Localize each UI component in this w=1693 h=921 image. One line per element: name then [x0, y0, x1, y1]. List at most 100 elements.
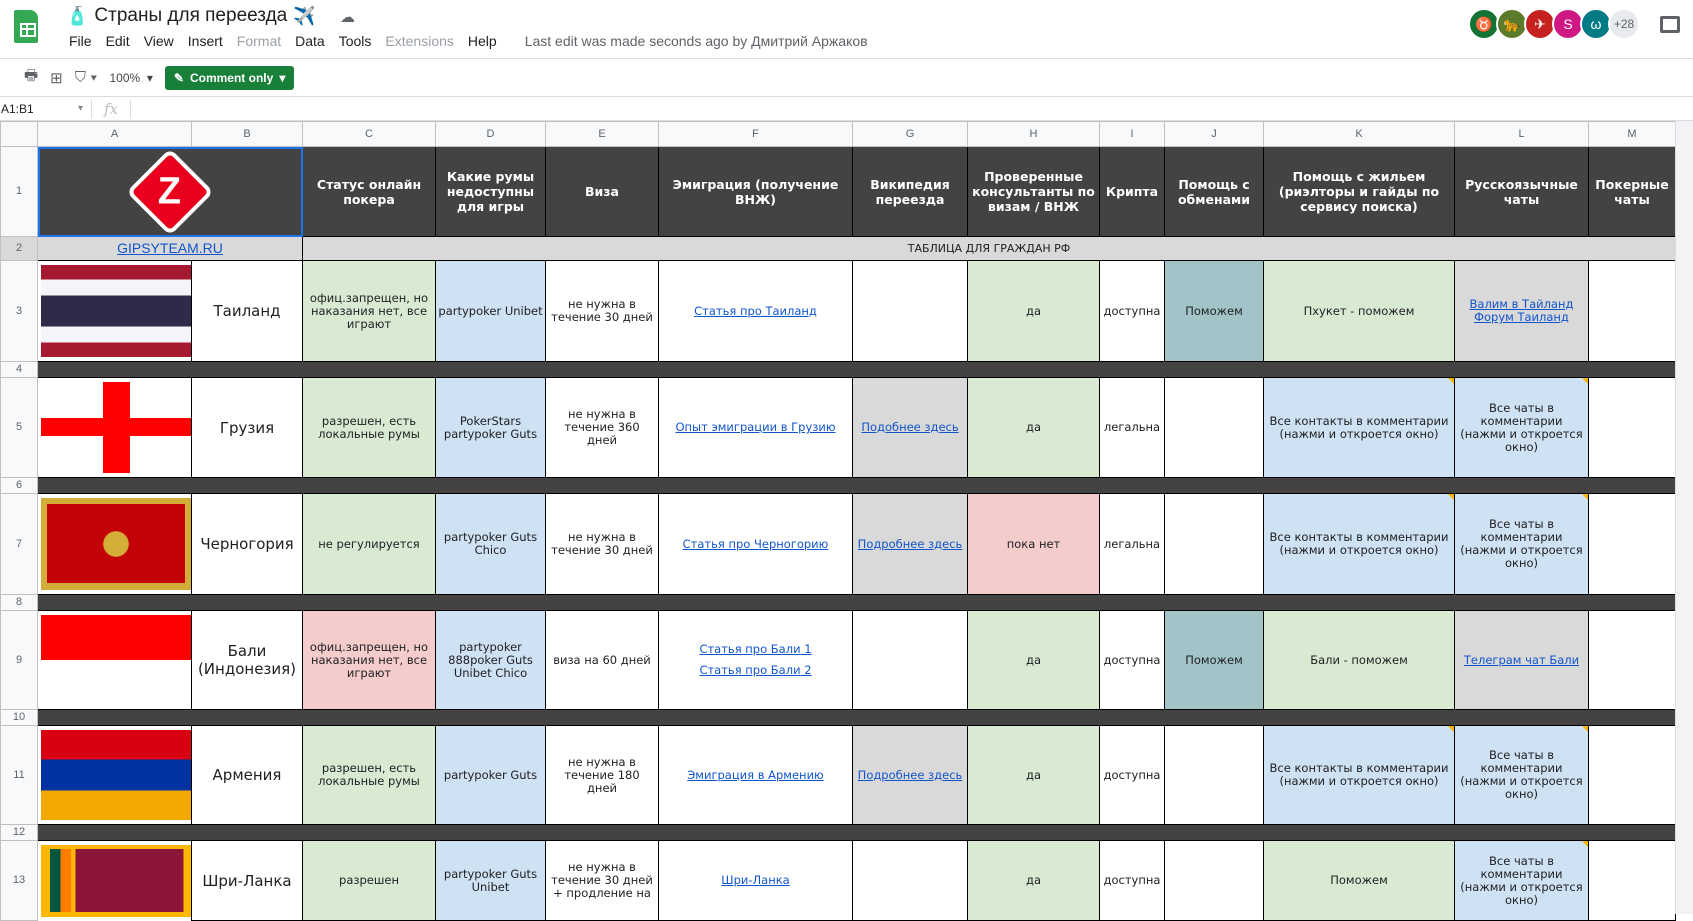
data-cell[interactable]: офиц.запрещен, но наказания нет, все игр… [302, 260, 436, 362]
data-cell[interactable]: доступна [1099, 840, 1165, 921]
spreadsheet-grid[interactable]: A B C D E F G H I J K L M 1 Z Статус онлайн покера Какие… [0, 121, 1676, 921]
data-cell[interactable]: Все чаты в комментарии (нажми и откроетс… [1454, 493, 1589, 595]
data-cell[interactable]: да [967, 610, 1100, 710]
data-cell[interactable] [1164, 725, 1264, 825]
data-cell[interactable]: да [967, 260, 1100, 362]
data-cell[interactable]: Статья про Черногорию [658, 493, 853, 595]
country-name[interactable]: Таиланд [191, 260, 303, 362]
menu-view[interactable]: View [137, 33, 181, 49]
data-cell[interactable]: partypoker 888poker Guts Unibet Chico [435, 610, 546, 710]
data-cell[interactable]: Все контакты в комментарии (нажми и откр… [1263, 725, 1455, 825]
cell-link[interactable]: Телеграм чат Бали [1457, 653, 1586, 667]
cell-link[interactable]: Статья про Бали 1 [661, 643, 850, 656]
data-cell[interactable]: да [967, 377, 1100, 478]
data-cell[interactable]: разрешен, есть локальные румы [302, 725, 436, 825]
cell-link[interactable]: Подобнее здесь [855, 421, 965, 434]
cell-link[interactable]: Опыт эмиграции в Грузию [661, 421, 850, 434]
data-cell[interactable]: Все чаты в комментарии (нажми и откроетс… [1454, 377, 1589, 478]
cell-link[interactable]: Статья про Бали 2 [661, 664, 850, 677]
document-title[interactable]: 🧴 Страны для переезда ✈️ [66, 5, 316, 27]
row-header[interactable]: 2 [0, 236, 38, 261]
data-cell[interactable]: Бали - поможем [1263, 610, 1455, 710]
zoom-select[interactable]: 100% ▾ [110, 71, 153, 85]
vertical-scrollbar[interactable] [1675, 121, 1693, 914]
data-cell[interactable]: partypoker Guts [435, 725, 546, 825]
more-collaborators-badge[interactable]: +28 [1608, 8, 1640, 40]
row-header[interactable]: 11 [0, 725, 38, 825]
row-header[interactable]: 6 [0, 477, 38, 494]
data-cell[interactable] [852, 260, 968, 362]
country-name[interactable]: Грузия [191, 377, 303, 478]
flag-cell[interactable] [38, 726, 192, 825]
data-cell[interactable]: не нужна в течение 30 дней [545, 260, 659, 362]
data-cell[interactable]: не нужна в течение 30 дней [545, 493, 659, 595]
print-icon[interactable]: 🖶 [24, 65, 38, 90]
filter-icon[interactable]: ⛉ ▾ [75, 69, 98, 86]
cell-link[interactable]: Подробнее здесь [855, 768, 965, 782]
menu-format[interactable]: Format [230, 33, 288, 49]
flag-cell[interactable] [38, 261, 192, 362]
row-header[interactable]: 1 [0, 146, 38, 237]
menu-file[interactable]: File [62, 33, 99, 49]
data-cell[interactable]: Подобнее здесь [852, 377, 968, 478]
data-cell[interactable]: не регулируется [302, 493, 436, 595]
column-header-j[interactable]: J [1164, 121, 1264, 147]
column-header-k[interactable]: K [1263, 121, 1455, 147]
data-cell[interactable]: Все контакты в комментарии (нажми и откр… [1263, 377, 1455, 478]
column-title[interactable]: Проверенные консультанты по визам / ВНЖ [967, 146, 1100, 237]
column-header-i[interactable]: I [1099, 121, 1165, 147]
data-cell[interactable]: partypoker Guts Unibet [435, 840, 546, 921]
data-cell[interactable] [1588, 260, 1676, 362]
menu-data[interactable]: Data [288, 33, 332, 49]
data-cell[interactable]: доступна [1099, 610, 1165, 710]
data-cell[interactable]: Валим в Тайланд Форум Таиланд [1454, 260, 1589, 362]
data-cell[interactable]: Статья про Таиланд [658, 260, 853, 362]
cell-link[interactable]: Форум Таиланд [1457, 311, 1586, 324]
cloud-status-icon[interactable]: ☁ [340, 8, 355, 26]
data-cell[interactable]: разрешен, есть локальные румы [302, 377, 436, 478]
data-cell[interactable] [1164, 493, 1264, 595]
data-cell[interactable]: легальна [1099, 493, 1165, 595]
menu-edit[interactable]: Edit [99, 33, 137, 49]
column-header-b[interactable]: B [191, 121, 303, 147]
data-cell[interactable] [1164, 377, 1264, 478]
menu-insert[interactable]: Insert [181, 33, 230, 49]
column-title[interactable]: Помощь с жильем (риэлторы и гайды по сер… [1263, 146, 1455, 237]
data-cell[interactable]: Поможем [1263, 840, 1455, 921]
sheets-logo-icon[interactable] [14, 10, 38, 43]
data-cell[interactable]: не нужна в течение 360 дней [545, 377, 659, 478]
data-cell[interactable]: Все чаты в комментарии (нажми и откроетс… [1454, 725, 1589, 825]
cell-link[interactable]: Подробнее здесь [855, 537, 965, 551]
data-cell[interactable] [1588, 725, 1676, 825]
data-cell[interactable]: да [967, 840, 1100, 921]
country-name[interactable]: Армения [191, 725, 303, 825]
data-cell[interactable]: не нужна в течение 30 дней + продление н… [545, 840, 659, 921]
data-cell[interactable]: доступна [1099, 725, 1165, 825]
data-cell[interactable] [1588, 840, 1676, 921]
column-header-h[interactable]: H [967, 121, 1100, 147]
column-header-a[interactable]: A [37, 121, 192, 147]
data-cell[interactable]: partypoker Unibet [435, 260, 546, 362]
data-cell[interactable]: виза на 60 дней [545, 610, 659, 710]
data-cell[interactable]: Опыт эмиграции в Грузию [658, 377, 853, 478]
data-cell[interactable]: разрешен [302, 840, 436, 921]
data-cell[interactable]: Все чаты в комментарии (нажми и откроетс… [1454, 840, 1589, 921]
site-link[interactable]: GIPSYTEAM.RU [117, 240, 223, 256]
data-cell[interactable]: Статья про Бали 1 Статья про Бали 2 [658, 610, 853, 710]
data-cell[interactable]: PokerStars partypoker Guts [435, 377, 546, 478]
data-cell[interactable]: Подробнее здесь [852, 725, 968, 825]
column-header-f[interactable]: F [658, 121, 853, 147]
row-header[interactable]: 9 [0, 610, 38, 710]
comments-icon[interactable] [1660, 16, 1680, 33]
menu-help[interactable]: Help [461, 33, 504, 49]
column-header-m[interactable]: M [1588, 121, 1676, 147]
column-title[interactable]: Виза [545, 146, 659, 237]
column-title[interactable]: Статус онлайн покера [302, 146, 436, 237]
column-title[interactable]: Какие румы недоступны для игры [435, 146, 546, 237]
row-header[interactable]: 10 [0, 709, 38, 726]
row-header[interactable]: 12 [0, 824, 38, 841]
country-name[interactable]: Шри-Ланка [191, 840, 303, 921]
data-cell[interactable] [1588, 377, 1676, 478]
flag-cell[interactable] [38, 841, 192, 921]
name-box[interactable]: A1:B1 [0, 99, 92, 118]
